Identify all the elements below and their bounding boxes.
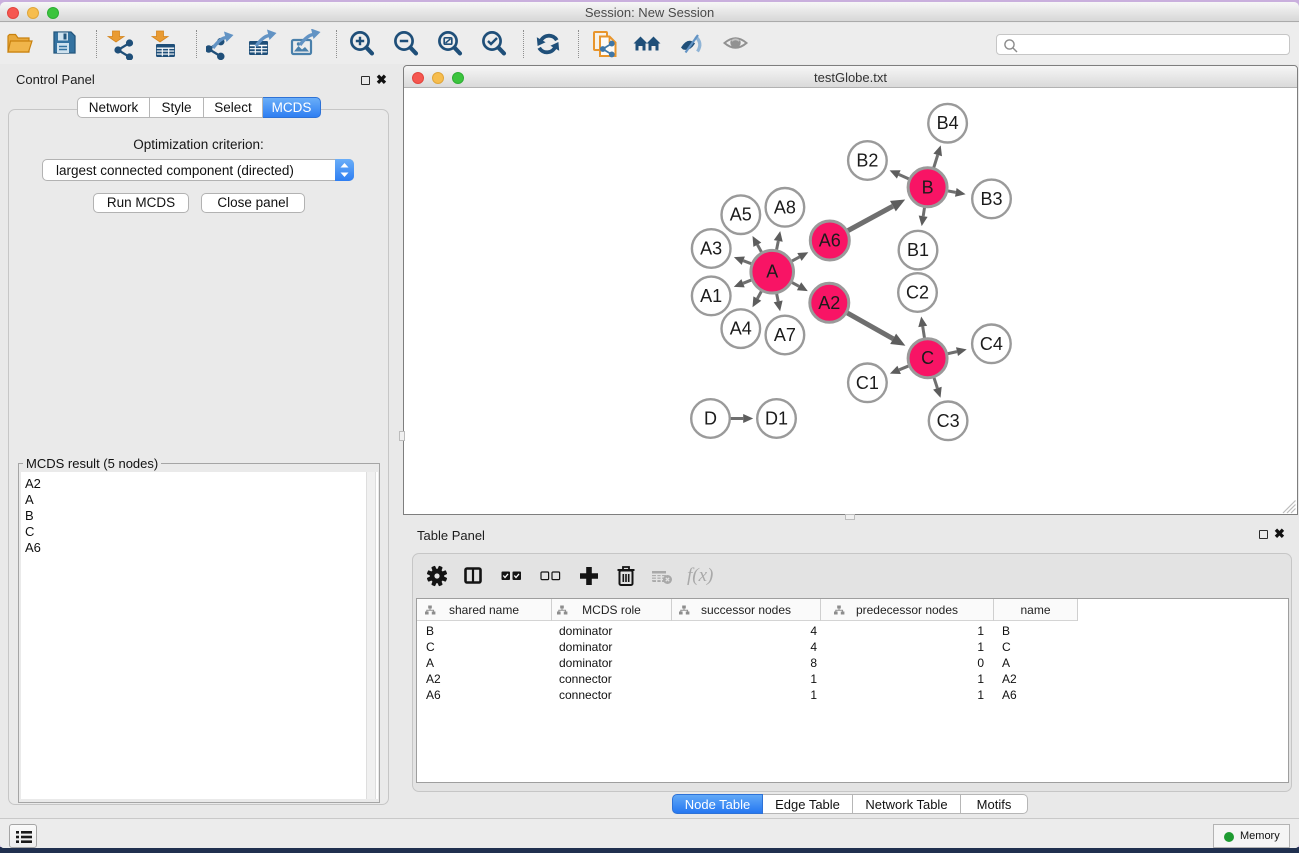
svg-text:A6: A6 bbox=[819, 231, 841, 251]
svg-text:A3: A3 bbox=[700, 239, 722, 259]
svg-text:A2: A2 bbox=[818, 293, 840, 313]
svg-text:B4: B4 bbox=[937, 113, 959, 133]
svg-text:A7: A7 bbox=[774, 325, 796, 345]
svg-text:B2: B2 bbox=[856, 151, 878, 171]
svg-text:A: A bbox=[766, 262, 778, 282]
svg-text:B1: B1 bbox=[907, 240, 929, 260]
svg-text:D: D bbox=[704, 409, 717, 429]
svg-text:C2: C2 bbox=[906, 283, 929, 303]
svg-text:B: B bbox=[922, 177, 934, 197]
svg-text:C: C bbox=[921, 348, 934, 368]
svg-text:f(x): f(x) bbox=[687, 565, 713, 586]
svg-text:A5: A5 bbox=[730, 205, 752, 225]
svg-text:C1: C1 bbox=[856, 373, 879, 393]
svg-text:C4: C4 bbox=[980, 334, 1003, 354]
svg-text:A1: A1 bbox=[700, 286, 722, 306]
svg-text:A8: A8 bbox=[774, 197, 796, 217]
svg-text:A4: A4 bbox=[730, 319, 752, 339]
svg-text:D1: D1 bbox=[765, 409, 788, 429]
svg-text:C3: C3 bbox=[937, 411, 960, 431]
svg-text:B3: B3 bbox=[980, 189, 1002, 209]
